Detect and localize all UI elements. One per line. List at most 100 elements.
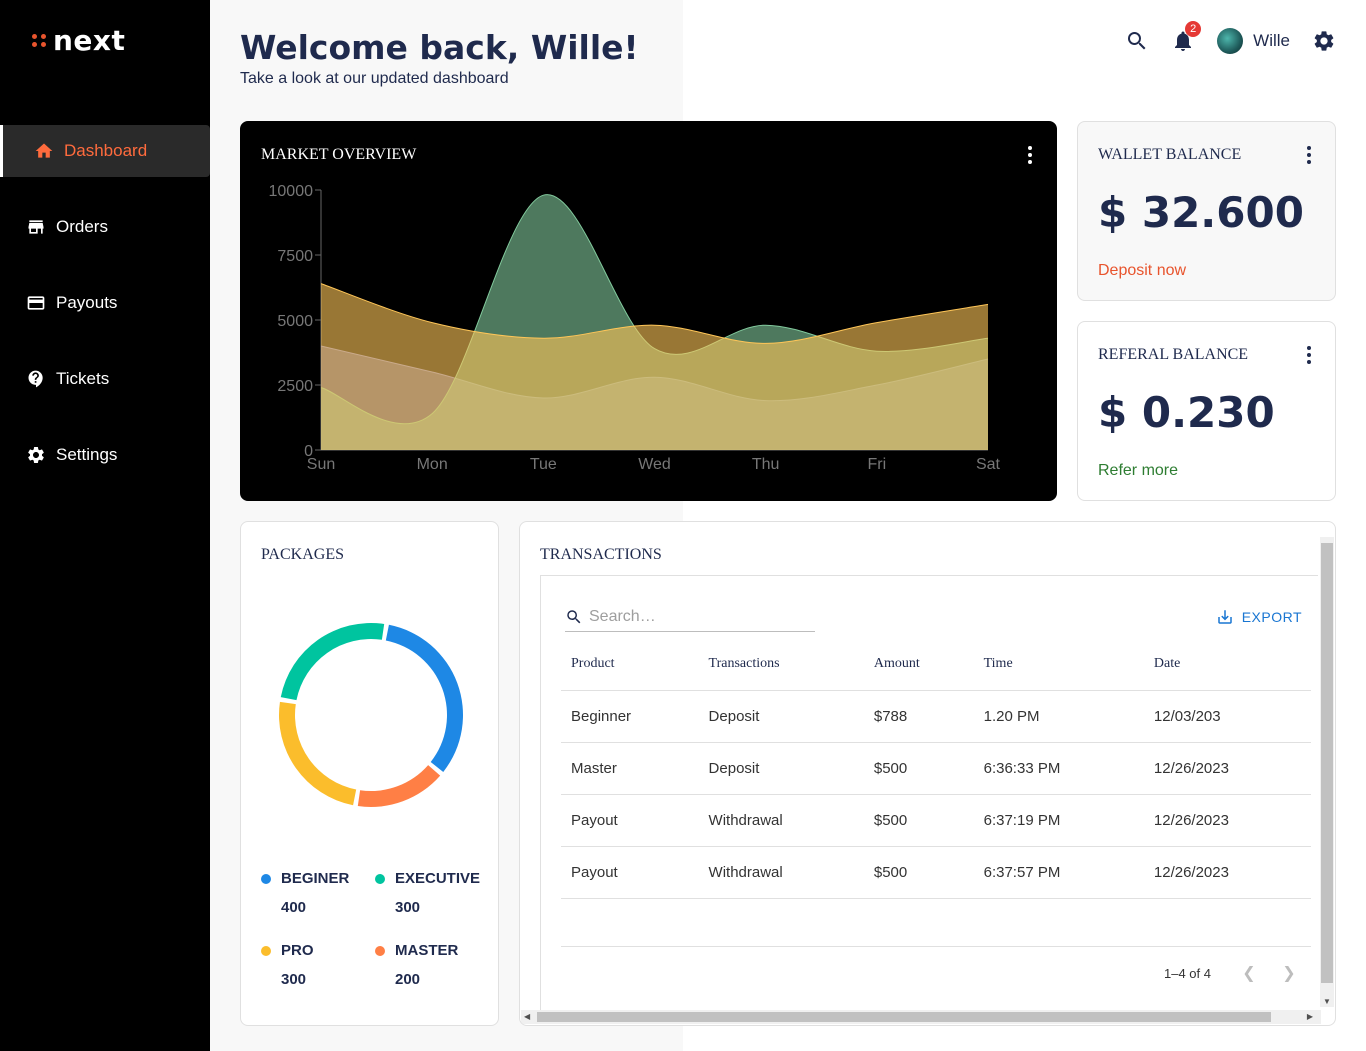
donut-slice-master[interactable] <box>357 765 441 807</box>
sidebar-item-dashboard[interactable]: Dashboard <box>0 125 210 177</box>
avatar[interactable] <box>1217 28 1244 54</box>
settings-button[interactable] <box>1312 29 1336 53</box>
y-tick-label: 2500 <box>277 378 313 395</box>
sidebar-item-tickets[interactable]: Tickets <box>0 353 210 405</box>
legend-item: MASTER 200 <box>375 942 489 988</box>
referal-balance-card: REFERAL BALANCE $ 0.230 Refer more <box>1077 321 1336 501</box>
home-icon <box>35 143 53 158</box>
scroll-left-arrow-icon[interactable]: ◀ <box>524 1012 530 1021</box>
table-cell: 12/26/2023 <box>1143 742 1311 795</box>
donut-slice-pro[interactable] <box>279 701 357 806</box>
donut-slice-executive[interactable] <box>280 623 385 701</box>
sidebar-item-label: Dashboard <box>64 141 148 160</box>
table-cell: 12/26/2023 <box>1143 794 1311 847</box>
table-cell: $788 <box>863 690 974 743</box>
referal-balance-title: REFERAL BALANCE <box>1098 346 1249 363</box>
gear-icon <box>28 447 44 463</box>
legend-label: EXECUTIVE <box>395 870 481 887</box>
wallet-balance-title: WALLET BALANCE <box>1098 146 1242 163</box>
legend-dot <box>375 873 385 884</box>
legend-value: 400 <box>281 899 307 916</box>
legend-label: MASTER <box>395 942 459 959</box>
sidebar-item-settings[interactable]: Settings <box>0 429 210 481</box>
pagination-text: 1–4 of 4 <box>1164 966 1211 981</box>
legend-value: 300 <box>281 971 307 988</box>
logo-text: next <box>53 24 126 57</box>
x-tick-label: Mon <box>417 456 448 473</box>
search-input[interactable] <box>589 607 809 626</box>
wallet-balance-amount: $ 32.600 <box>1098 188 1304 237</box>
table-cell: Withdrawal <box>698 846 864 899</box>
more-vert-icon[interactable] <box>1307 346 1311 364</box>
credit-card-icon <box>27 296 45 310</box>
scroll-right-arrow-icon[interactable]: ▶ <box>1307 1012 1313 1021</box>
legend-dot <box>375 945 385 956</box>
table-row[interactable]: Payout Withdrawal $500 6:37:19 PM 12/26/… <box>561 794 1311 847</box>
logo[interactable]: next <box>32 24 125 57</box>
sidebar-item-label: Settings <box>56 445 118 464</box>
horizontal-scrollbar-thumb[interactable] <box>537 1012 1271 1022</box>
table-cell: 12/03/203 <box>1143 690 1311 743</box>
notification-badge: 2 <box>1185 21 1202 37</box>
packages-card: PACKAGES BEGINER 400 EXECUTIVE 300 PRO 3… <box>240 521 499 1026</box>
legend-value: 200 <box>395 971 421 988</box>
sidebar-item-label: Orders <box>56 217 108 236</box>
search-icon <box>1128 32 1146 50</box>
search-icon <box>567 609 581 623</box>
page-title: Welcome back, Wille! <box>240 28 639 67</box>
table-row[interactable]: Master Deposit $500 6:36:33 PM 12/26/202… <box>561 742 1311 795</box>
deposit-now-link[interactable]: Deposit now <box>1098 262 1186 280</box>
table-cell: 6:37:19 PM <box>973 794 1144 847</box>
y-tick-label: 7500 <box>277 248 313 265</box>
x-tick-label: Tue <box>530 456 557 473</box>
page-subtitle: Take a look at our updated dashboard <box>240 70 509 87</box>
legend-value: 300 <box>395 899 421 916</box>
x-tick-label: Fri <box>868 456 887 473</box>
column-header-time[interactable]: Time <box>973 638 1144 691</box>
help-icon <box>28 370 43 388</box>
donut-slice-beginer[interactable] <box>385 624 463 772</box>
table-cell: 12/26/2023 <box>1143 846 1311 899</box>
market-overview-card: MARKET OVERVIEW 0 2500 5000 7500 10000 Sun Mon… <box>240 121 1057 501</box>
search-button[interactable] <box>1125 29 1149 53</box>
table-row[interactable]: Payout Withdrawal $500 6:37:57 PM 12/26/… <box>561 846 1311 899</box>
table-cell: Withdrawal <box>698 794 864 847</box>
chevron-left-icon[interactable]: ❮ <box>1239 963 1259 983</box>
notifications-button[interactable]: 2 <box>1171 21 1202 53</box>
table-cell: Deposit <box>698 690 864 743</box>
table-cell: 1.20 PM <box>973 690 1144 743</box>
chevron-right-icon[interactable]: ❯ <box>1279 963 1299 983</box>
sidebar-item-orders[interactable]: Orders <box>0 201 210 253</box>
more-vert-icon[interactable] <box>1307 146 1311 164</box>
vertical-scrollbar-thumb[interactable] <box>1321 543 1333 983</box>
legend-item: PRO 300 <box>261 942 375 988</box>
export-label: EXPORT <box>1241 609 1302 625</box>
topbar: 2 Wille <box>1103 21 1336 54</box>
horizontal-scrollbar[interactable]: ◀ ▶ <box>521 1010 1321 1024</box>
column-header-date[interactable]: Date <box>1143 638 1311 691</box>
legend-dot <box>261 945 271 956</box>
column-header-transactions[interactable]: Transactions <box>698 638 864 691</box>
sidebar-item-payouts[interactable]: Payouts <box>0 277 210 329</box>
export-button[interactable]: EXPORT <box>1216 608 1302 626</box>
sidebar-nav: Dashboard Orders Payouts Tickets Setting… <box>0 125 210 505</box>
refer-more-link[interactable]: Refer more <box>1098 462 1178 480</box>
username[interactable]: Wille <box>1253 31 1290 51</box>
transactions-table: Product Transactions Amount Time Date Be… <box>561 638 1311 899</box>
legend-label: PRO <box>281 942 314 959</box>
scroll-down-arrow-icon[interactable]: ▼ <box>1323 997 1331 1006</box>
column-header-product[interactable]: Product <box>561 638 699 691</box>
download-icon <box>1217 610 1232 624</box>
transactions-title: TRANSACTIONS <box>540 546 662 563</box>
column-header-amount[interactable]: Amount <box>863 638 974 691</box>
area-series-3 <box>321 283 988 450</box>
vertical-scrollbar[interactable]: ▼ <box>1320 537 1334 1007</box>
table-cell: $500 <box>863 846 974 899</box>
packages-donut-chart <box>279 623 463 807</box>
y-tick-label: 5000 <box>277 313 313 330</box>
legend-label: BEGINER <box>281 870 350 887</box>
legend-dot <box>261 873 271 884</box>
table-row[interactable]: Beginner Deposit $788 1.20 PM 12/03/203 <box>561 690 1311 743</box>
table-cell: $500 <box>863 794 974 847</box>
transactions-card: TRANSACTIONS EXPORT Product Transactions… <box>519 521 1336 1026</box>
